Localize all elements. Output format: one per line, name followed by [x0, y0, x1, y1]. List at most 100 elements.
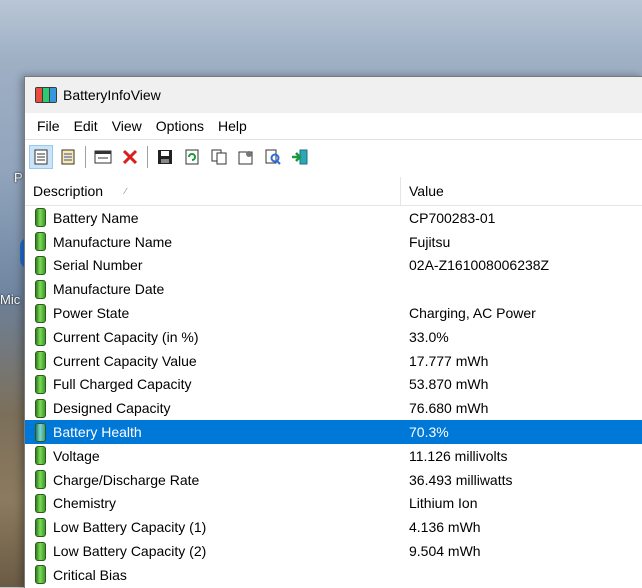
row-description-cell: Critical Bias	[25, 565, 401, 585]
row-value: 70.3%	[409, 424, 449, 441]
battery-icon	[35, 398, 46, 418]
row-description-cell: Designed Capacity	[25, 398, 401, 418]
save-icon[interactable]	[153, 145, 177, 169]
row-description-cell: Voltage	[25, 446, 401, 466]
row-description-cell: Low Battery Capacity (2)	[25, 541, 401, 561]
table-row[interactable]: Voltage 11.126 millivolts	[25, 444, 642, 468]
row-description-cell: Chemistry	[25, 493, 401, 513]
toolbar	[25, 139, 642, 174]
delete-icon[interactable]	[118, 145, 142, 169]
row-description-cell: Manufacture Date	[25, 279, 401, 299]
battery-icon	[35, 422, 46, 442]
row-description: Battery Name	[53, 209, 139, 226]
menu-view[interactable]: View	[106, 118, 148, 134]
row-description: Full Charged Capacity	[53, 376, 192, 393]
row-value: 33.0%	[409, 328, 449, 345]
table-row[interactable]: Current Capacity Value 17.777 mWh	[25, 349, 642, 373]
desktop-label: Mic	[0, 292, 21, 307]
refresh-icon[interactable]	[180, 145, 204, 169]
table-row[interactable]: Chemistry Lithium Ion	[25, 492, 642, 516]
row-value: 11.126 millivolts	[409, 447, 508, 464]
row-description-cell: Charge/Discharge Rate	[25, 470, 401, 490]
app-icon	[35, 87, 57, 103]
battery-icon	[35, 232, 46, 252]
battery-icon	[35, 541, 46, 561]
table-row[interactable]: Power State Charging, AC Power	[25, 301, 642, 325]
battery-icon	[35, 565, 46, 585]
table-row[interactable]: Manufacture Date	[25, 277, 642, 301]
menu-options[interactable]: Options	[150, 118, 210, 134]
battery-icon	[35, 255, 46, 275]
column-header-label: Value	[409, 183, 444, 199]
row-description: Critical Bias	[53, 566, 127, 583]
row-description-cell: Full Charged Capacity	[25, 374, 401, 394]
table-row[interactable]: Designed Capacity 76.680 mWh	[25, 396, 642, 420]
menu-file[interactable]: File	[31, 118, 66, 134]
list-header: Description ∕ Value	[25, 177, 642, 206]
battery-icon	[35, 327, 46, 347]
menu-bar: File Edit View Options Help	[25, 113, 642, 139]
row-description: Chemistry	[53, 495, 117, 512]
row-description: Current Capacity Value	[53, 352, 197, 369]
battery-icon	[35, 446, 46, 466]
row-value: CP700283-01	[409, 209, 496, 226]
exit-icon[interactable]	[288, 145, 312, 169]
menu-help[interactable]: Help	[212, 118, 253, 134]
row-description: Charge/Discharge Rate	[53, 471, 200, 488]
table-row[interactable]: Battery Name CP700283-01	[25, 206, 642, 230]
column-header-value[interactable]: Value	[401, 177, 444, 205]
table-row[interactable]: Battery Health 70.3%	[25, 420, 642, 444]
row-description: Serial Number	[53, 257, 143, 274]
row-description: Manufacture Date	[53, 281, 165, 298]
row-description-cell: Power State	[25, 303, 401, 323]
title-bar[interactable]: BatteryInfoView	[25, 77, 642, 113]
row-value: 76.680 mWh	[409, 400, 489, 417]
row-description: Designed Capacity	[53, 400, 171, 417]
battery-info-list: Description ∕ Value Battery Name CP700283…	[25, 177, 642, 587]
menu-edit[interactable]: Edit	[68, 118, 104, 134]
table-row[interactable]: Full Charged Capacity 53.870 mWh	[25, 373, 642, 397]
battery-icon	[35, 351, 46, 371]
properties-icon[interactable]	[234, 145, 258, 169]
copy-icon[interactable]	[207, 145, 231, 169]
row-description-cell: Battery Name	[25, 208, 401, 228]
row-value: 17.777 mWh	[409, 352, 489, 369]
row-description-cell: Manufacture Name	[25, 232, 401, 252]
table-row[interactable]: Low Battery Capacity (2) 9.504 mWh	[25, 539, 642, 563]
table-row[interactable]: Serial Number 02A-Z161008006238Z	[25, 254, 642, 278]
battery-icon	[35, 374, 46, 394]
table-row[interactable]: Critical Bias	[25, 563, 642, 587]
row-value: Lithium Ion	[409, 495, 478, 512]
row-description-cell: Current Capacity Value	[25, 351, 401, 371]
row-description: Manufacture Name	[53, 233, 173, 250]
row-value: 36.493 milliwatts	[409, 471, 513, 488]
battery-info-window: BatteryInfoView File Edit View Options H…	[24, 76, 642, 588]
table-row[interactable]: Low Battery Capacity (1) 4.136 mWh	[25, 515, 642, 539]
report-selected-icon[interactable]	[56, 145, 80, 169]
properties-window-icon[interactable]	[91, 145, 115, 169]
row-description: Low Battery Capacity (2)	[53, 543, 207, 560]
row-description-cell: Battery Health	[25, 422, 401, 442]
desktop-label: P	[14, 170, 23, 185]
row-description: Current Capacity (in %)	[53, 328, 199, 345]
table-row[interactable]: Charge/Discharge Rate 36.493 milliwatts	[25, 468, 642, 492]
row-description-cell: Low Battery Capacity (1)	[25, 517, 401, 537]
toolbar-separator	[147, 146, 148, 168]
row-value: 9.504 mWh	[409, 543, 481, 560]
row-description: Battery Health	[53, 424, 142, 441]
table-row[interactable]: Manufacture Name Fujitsu	[25, 230, 642, 254]
battery-icon	[35, 303, 46, 323]
sort-ascending-icon: ∕	[125, 186, 127, 196]
row-value: 53.870 mWh	[409, 376, 489, 393]
battery-icon	[35, 208, 46, 228]
toolbar-separator	[85, 146, 86, 168]
row-description: Low Battery Capacity (1)	[53, 519, 207, 536]
row-description: Voltage	[53, 447, 100, 464]
battery-icon	[35, 517, 46, 537]
battery-icon	[35, 493, 46, 513]
row-description: Power State	[53, 305, 130, 322]
column-header-description[interactable]: Description ∕	[25, 177, 401, 205]
table-row[interactable]: Current Capacity (in %) 33.0%	[25, 325, 642, 349]
find-icon[interactable]	[261, 145, 285, 169]
html-report-icon[interactable]	[29, 145, 53, 169]
